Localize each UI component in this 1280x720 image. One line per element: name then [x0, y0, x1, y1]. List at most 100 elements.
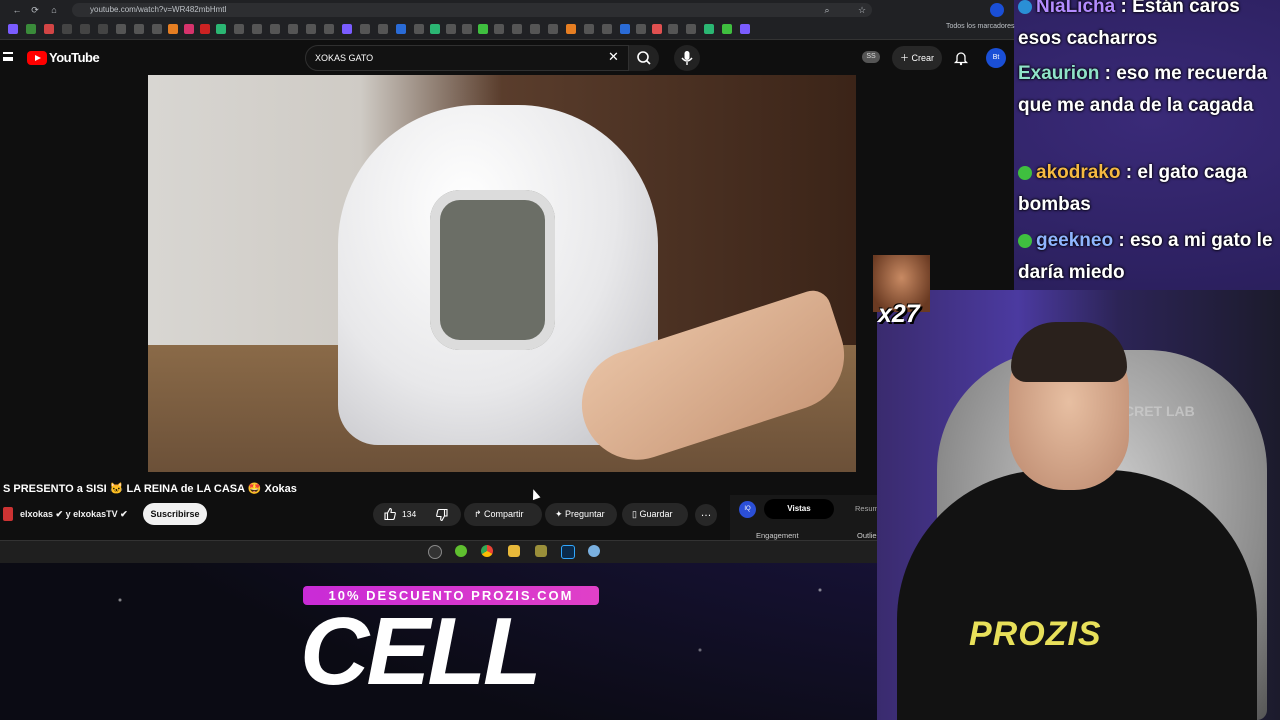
taskbar-app-icon[interactable]	[455, 545, 467, 557]
bookmark-icon[interactable]	[270, 24, 280, 34]
video-player[interactable]	[148, 75, 856, 472]
bookmark-icon[interactable]	[116, 24, 126, 34]
bookmark-icon[interactable]	[288, 24, 298, 34]
bookmark-icon[interactable]	[216, 24, 226, 34]
bookmark-icon[interactable]	[566, 24, 576, 34]
ask-button[interactable]: ✦ Preguntar	[545, 503, 617, 526]
chrome-icon[interactable]	[481, 545, 493, 557]
bookmark-icon[interactable]	[668, 24, 678, 34]
bookmark-icon[interactable]	[414, 24, 424, 34]
tab-views[interactable]: Vistas	[764, 499, 834, 519]
bookmark-icon[interactable]	[306, 24, 316, 34]
share-label: Compartir	[484, 509, 524, 519]
gmail-icon[interactable]	[44, 24, 54, 34]
chat-username: geekneo	[1036, 230, 1114, 251]
bookmark-icon[interactable]	[360, 24, 370, 34]
bookmark-icon[interactable]	[26, 24, 36, 34]
chat-message: akodrako : el gato caga bombas	[1018, 157, 1276, 220]
bookmark-icon[interactable]	[530, 24, 540, 34]
profile-icon[interactable]	[990, 3, 1004, 17]
address-bar[interactable]: youtube.com/watch?v=WR482mbHmtI	[72, 3, 872, 17]
bookmark-icon[interactable]	[478, 24, 488, 34]
like-button[interactable]	[383, 507, 397, 526]
bookmark-icon[interactable]	[446, 24, 456, 34]
ss-badge[interactable]: SS	[862, 51, 880, 63]
bookmark-icon[interactable]	[8, 24, 18, 34]
bookmark-icon[interactable]	[512, 24, 522, 34]
bookmark-icon[interactable]	[430, 24, 440, 34]
bookmark-icon[interactable]	[134, 24, 144, 34]
bookmark-star-icon[interactable]: ☆	[855, 3, 869, 17]
search-input[interactable]: XOKAS GATO	[305, 45, 629, 71]
bookmark-icon[interactable]	[722, 24, 732, 34]
chat-username: NiaLicha	[1036, 0, 1116, 17]
bookmark-icon[interactable]	[620, 24, 630, 34]
extension-icon[interactable]: IQ	[739, 501, 756, 518]
bookmark-icon[interactable]	[378, 24, 388, 34]
bookmark-icon[interactable]	[652, 24, 662, 34]
bookmark-icon[interactable]	[396, 24, 406, 34]
search-button[interactable]	[629, 45, 659, 71]
bookmark-icon[interactable]	[704, 24, 714, 34]
bookmark-icon[interactable]	[324, 24, 334, 34]
menu-icon[interactable]	[3, 52, 13, 61]
webcam-feed: CRET LAB PROZIS	[877, 290, 1280, 720]
engagement-label: Engagement	[756, 531, 799, 540]
plus-icon: ＋	[899, 53, 912, 63]
bookmark-icon[interactable]	[234, 24, 244, 34]
bookmark-icon[interactable]	[494, 24, 504, 34]
bookmark-icon[interactable]	[200, 24, 210, 34]
chat-message: NiaLicha : Están caros esos cacharros	[1018, 0, 1276, 54]
voice-search-button[interactable]	[674, 45, 700, 71]
video-title: S PRESENTO a SISI 🐱 LA REINA de LA CASA …	[3, 483, 297, 495]
instagram-icon[interactable]	[184, 24, 194, 34]
taskbar-app-icon[interactable]	[535, 545, 547, 557]
photoshop-icon[interactable]	[561, 545, 575, 559]
bookmark-icon[interactable]	[686, 24, 696, 34]
streamer-shirt	[897, 470, 1257, 720]
ask-label: Preguntar	[565, 509, 605, 519]
bookmark-icon[interactable]	[462, 24, 472, 34]
save-button[interactable]: ▯ Guardar	[622, 503, 688, 526]
chat-message: geekneo : eso a mi gato le daría miedo	[1018, 225, 1276, 288]
account-avatar[interactable]: Bt	[986, 48, 1006, 68]
bookmark-icon[interactable]	[98, 24, 108, 34]
taskbar-app-icon[interactable]	[428, 545, 442, 559]
channel-name[interactable]: elxokas ✔ y elxokasTV ✔	[20, 509, 128, 520]
bookmark-icon[interactable]	[636, 24, 646, 34]
back-icon[interactable]: ←	[10, 3, 24, 17]
reload-icon[interactable]: ⟳	[28, 3, 42, 17]
microphone-icon	[681, 51, 693, 65]
chat-message: Exaurion : eso me recuerda que me anda d…	[1018, 58, 1276, 121]
bookmark-icon[interactable]	[168, 24, 178, 34]
zoom-icon[interactable]: ⌕	[820, 3, 834, 17]
bookmark-icon[interactable]	[602, 24, 612, 34]
twitch-icon[interactable]	[80, 24, 90, 34]
youtube-logo-icon[interactable]	[27, 51, 47, 65]
notifications-bell-icon[interactable]	[953, 50, 969, 66]
bookmark-icon[interactable]	[252, 24, 262, 34]
more-actions-button[interactable]: …	[695, 504, 717, 526]
chat-username: akodrako	[1036, 162, 1121, 183]
home-icon[interactable]: ⌂	[47, 3, 61, 17]
bookmark-icon[interactable]	[740, 24, 750, 34]
ad-headline: CELL	[300, 598, 542, 705]
x-icon[interactable]	[62, 24, 72, 34]
subscribe-button[interactable]: Suscribirse	[143, 503, 207, 525]
youtube-logo-text[interactable]: YouTube	[49, 50, 100, 65]
create-button[interactable]: ＋ Crear	[892, 46, 942, 70]
clear-search-icon[interactable]: ✕	[608, 49, 619, 65]
share-button[interactable]: ↱ Compartir	[464, 503, 542, 526]
chair-logo-text: CRET LAB	[1124, 403, 1195, 419]
folder-icon[interactable]	[508, 545, 520, 557]
channel-avatar[interactable]	[3, 507, 13, 521]
badge-icon	[1018, 165, 1032, 180]
taskbar-app-icon[interactable]	[588, 545, 600, 557]
dislike-button[interactable]	[435, 508, 449, 527]
bookmark-icon[interactable]	[548, 24, 558, 34]
tab-summary[interactable]: Resum	[855, 504, 879, 513]
bookmark-icon[interactable]	[152, 24, 162, 34]
bookmark-icon[interactable]	[584, 24, 594, 34]
bookmark-icon[interactable]	[342, 24, 352, 34]
all-bookmarks-link[interactable]: Todos los marcadores	[946, 23, 1014, 30]
